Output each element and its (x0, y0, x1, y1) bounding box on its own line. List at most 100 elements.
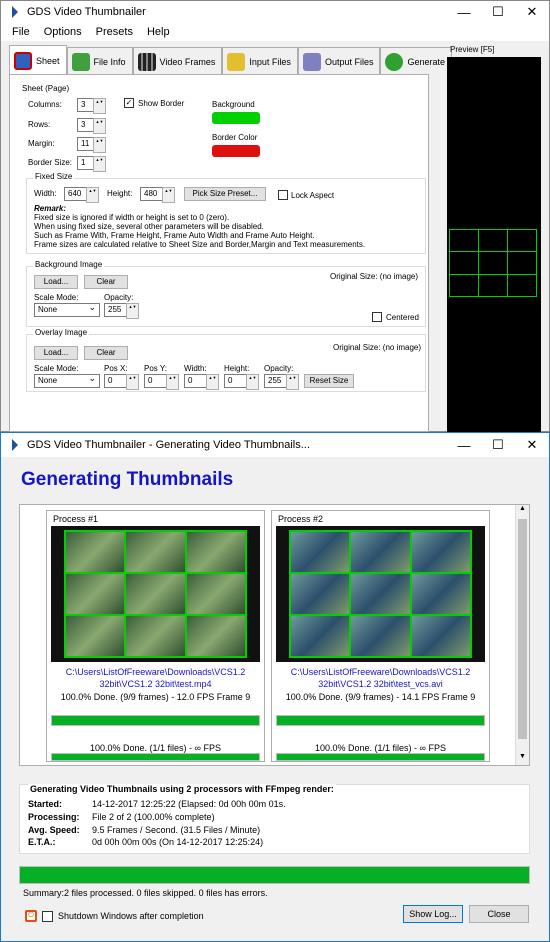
thumbnail-frame (351, 616, 410, 656)
overlay-load-button[interactable]: Load... (34, 346, 78, 360)
background-opacity-label: Opacity: (104, 293, 134, 302)
background-image-group-title: Background Image (33, 260, 105, 269)
preview-cell (479, 252, 507, 274)
process-thumbnail-preview (276, 526, 485, 662)
background-color-swatch[interactable] (212, 112, 260, 124)
tab-file-info[interactable]: File Info (66, 47, 133, 75)
scroll-thumb[interactable] (518, 519, 527, 739)
frame-progress-bar (276, 715, 485, 726)
thumbnail-frame (411, 616, 470, 656)
minimize-button[interactable]: — (447, 434, 481, 456)
columns-label: Columns: (28, 100, 62, 109)
tab-video-frames[interactable]: Video Frames (132, 47, 223, 75)
tab-output-files[interactable]: Output Files (297, 47, 381, 75)
process-scrollbar[interactable]: ▲ ▼ (515, 505, 529, 765)
pick-size-preset-button[interactable]: Pick Size Preset... (184, 187, 266, 201)
eta-label: E.T.A.: (28, 837, 56, 847)
show-log-button[interactable]: Show Log... (403, 905, 463, 923)
overlay-width-label: Width: (184, 364, 207, 373)
close-window-button[interactable]: ✕ (515, 434, 549, 456)
background-clear-button[interactable]: Clear (84, 275, 128, 289)
margin-spinner[interactable]: 11 (77, 137, 106, 153)
show-border-checkbox[interactable]: ✓ (124, 98, 134, 108)
background-load-button[interactable]: Load... (34, 275, 78, 289)
process-file-link-2[interactable]: 32bit\VCS1.2 32bit\test_vcs.avi (272, 679, 489, 689)
close-window-button[interactable]: ✕ (515, 1, 549, 23)
fixed-width-spinner[interactable]: 640 (64, 187, 99, 203)
shutdown-checkbox[interactable] (42, 911, 53, 922)
overlay-posy-label: Pos Y: (144, 364, 167, 373)
frame-progress-bar (51, 715, 260, 726)
tab-strip: Sheet File Info Video Frames Input Files… (9, 45, 452, 75)
centered-checkbox[interactable] (372, 312, 382, 322)
preview-pane[interactable] (447, 57, 541, 433)
remark-line-2: When using fixed size, several other par… (34, 222, 264, 231)
thumbnail-frame (411, 532, 470, 572)
overlay-opacity-spinner[interactable]: 255 (264, 374, 299, 390)
preview-cell (450, 252, 478, 274)
scroll-up-icon[interactable]: ▲ (516, 505, 529, 517)
generation-info-box: Generating Video Thumbnails using 2 proc… (19, 784, 530, 854)
tab-sheet[interactable]: Sheet (9, 45, 67, 75)
centered-label: Centered (386, 313, 419, 322)
overlay-posx-spinner[interactable]: 0 (104, 374, 139, 390)
process-thumbnail-preview (51, 526, 260, 662)
maximize-button[interactable]: ☐ (481, 434, 515, 456)
process-file-link-2[interactable]: 32bit\VCS1.2 32bit\test.mp4 (47, 679, 264, 689)
generating-heading: Generating Thumbnails (21, 469, 234, 490)
thumbnail-frame (66, 574, 125, 614)
show-border-label: Show Border (138, 99, 185, 108)
overlay-posy-spinner[interactable]: 0 (144, 374, 179, 390)
thumbnail-frame (351, 574, 410, 614)
overlay-scale-combo[interactable]: None (34, 372, 100, 388)
thumbnail-frame (186, 574, 245, 614)
menu-file[interactable]: File (5, 26, 37, 38)
process-frame-status: 100.0% Done. (9/9 frames) - 14.1 FPS Fra… (285, 692, 476, 702)
fixed-height-spinner[interactable]: 480 (140, 187, 175, 203)
files-progress-bar (51, 753, 260, 761)
process-area: Process #1 C:\Users\ListOfFreeware\Downl… (19, 504, 530, 766)
thumbnail-frame (126, 616, 185, 656)
lock-aspect-checkbox[interactable] (278, 190, 288, 200)
columns-spinner[interactable]: 3 (77, 98, 106, 114)
close-button[interactable]: Close (469, 905, 529, 923)
main-window: GDS Video Thumbnailer — ☐ ✕ File Options… (0, 0, 550, 433)
border-size-spinner[interactable]: 1 (77, 156, 106, 172)
progress-window-title: GDS Video Thumbnailer - Generating Video… (27, 439, 310, 451)
menu-presets[interactable]: Presets (89, 26, 140, 38)
tab-generate[interactable]: Generate (380, 47, 452, 75)
process-file-link[interactable]: C:\Users\ListOfFreeware\Downloads\VCS1.2 (272, 667, 489, 677)
background-original-size: Original Size: (no image) (330, 272, 419, 281)
tab-input-files[interactable]: Input Files (222, 47, 298, 75)
output-icon (302, 52, 321, 71)
process-file-link[interactable]: C:\Users\ListOfFreeware\Downloads\VCS1.2 (47, 667, 264, 677)
menu-help[interactable]: Help (140, 26, 177, 38)
minimize-button[interactable]: — (447, 1, 481, 23)
overlay-clear-button[interactable]: Clear (84, 346, 128, 360)
preview-cell (508, 274, 536, 296)
menu-options[interactable]: Options (37, 26, 89, 38)
border-color-swatch[interactable] (212, 145, 260, 157)
background-opacity-spinner[interactable]: 255 (104, 303, 139, 319)
progress-window: GDS Video Thumbnailer - Generating Video… (0, 432, 550, 942)
reset-size-button[interactable]: Reset Size (304, 374, 354, 388)
files-progress-bar (276, 753, 485, 761)
background-scale-combo[interactable]: None (34, 301, 100, 317)
overlay-width-spinner[interactable]: 0 (184, 374, 219, 390)
rows-spinner[interactable]: 3 (77, 118, 106, 134)
power-icon: ⏻ (25, 910, 37, 922)
process-panel-1: Process #1 C:\Users\ListOfFreeware\Downl… (46, 510, 265, 762)
overlay-height-spinner[interactable]: 0 (224, 374, 259, 390)
maximize-button[interactable]: ☐ (481, 1, 515, 23)
file-info-icon (71, 52, 90, 71)
scroll-down-icon[interactable]: ▼ (516, 753, 529, 765)
main-window-title: GDS Video Thumbnailer (27, 6, 146, 18)
sheet-page-group-title: Sheet (Page) (20, 84, 72, 93)
border-color-label: Border Color (212, 133, 258, 142)
eta-value: 0d 00h 00m 00s (On 14-12-2017 12:25:24) (92, 837, 264, 847)
thumbnail-grid (289, 530, 472, 658)
film-icon (137, 52, 156, 71)
started-label: Started: (28, 799, 63, 809)
avg-speed-label: Avg. Speed: (28, 825, 80, 835)
overlay-opacity-label: Opacity: (264, 364, 294, 373)
